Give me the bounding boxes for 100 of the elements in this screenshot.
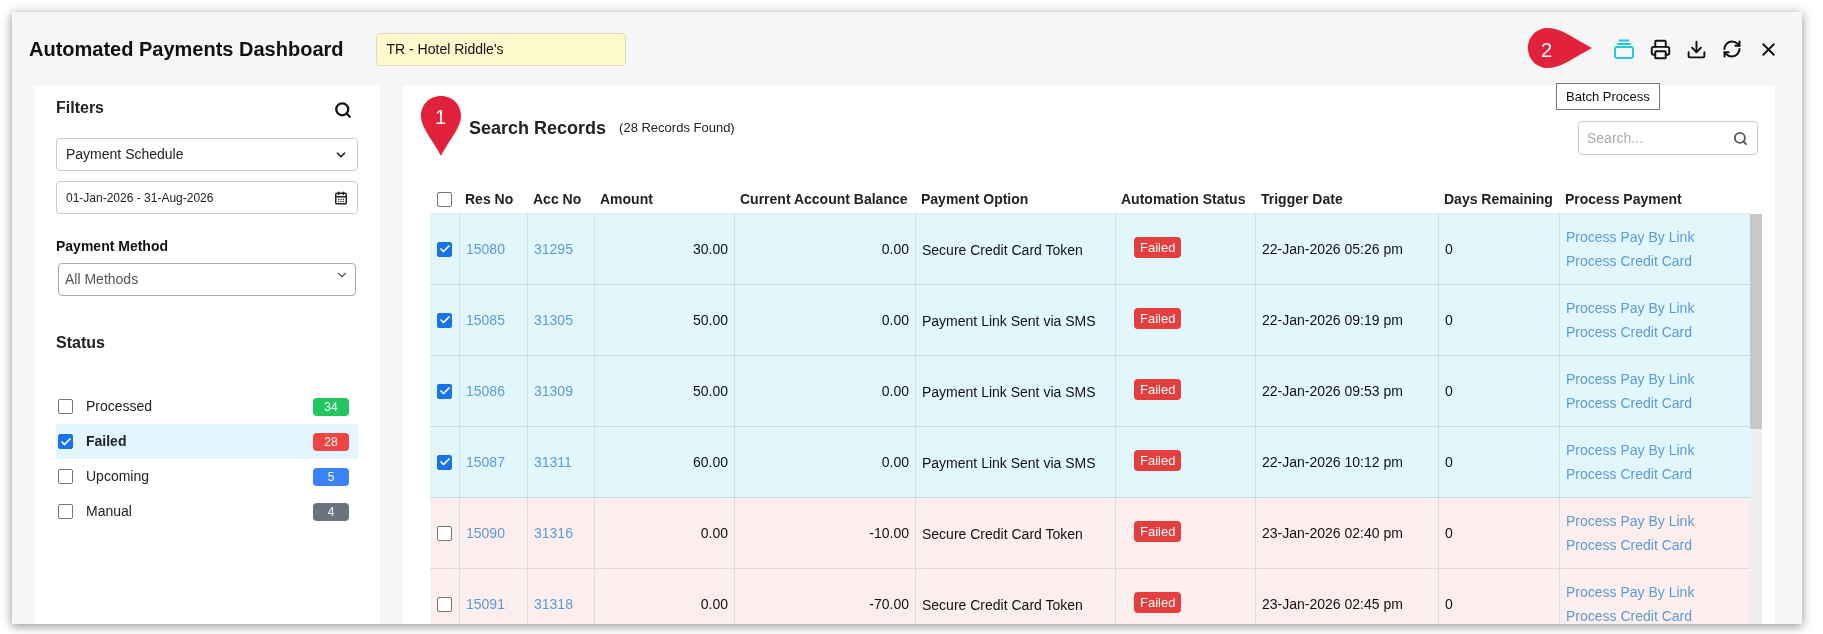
row-checkbox[interactable] bbox=[437, 454, 452, 470]
amount-text: 50.00 bbox=[692, 310, 728, 330]
balance-text: -10.00 bbox=[869, 523, 909, 543]
status-label: Processed bbox=[86, 397, 153, 416]
status-heading: Status bbox=[56, 333, 106, 353]
status-filter-item[interactable]: Upcoming 5 bbox=[56, 459, 358, 494]
column-header: Amount bbox=[600, 190, 653, 207]
account-link[interactable]: 31318 bbox=[534, 593, 573, 615]
checkbox[interactable] bbox=[58, 504, 73, 519]
record-row[interactable]: 15086 31309 50.00 0.00 Payment Link Sent via SMS Failed 22-Jan-2026 09:53 pm 0 Process Pay By Link Process Credit Card bbox=[430, 356, 1750, 427]
amount-text: 0.00 bbox=[700, 523, 728, 543]
record-row[interactable]: 15091 31318 0.00 -70.00 Secure Credit Card Token Failed 23-Jan-2026 02:45 pm 0 Process Pay By Link Process Credit Card bbox=[430, 569, 1750, 624]
account-link[interactable]: 31295 bbox=[534, 238, 573, 260]
count-badge: 34 bbox=[313, 397, 349, 416]
checkbox[interactable] bbox=[58, 469, 73, 484]
days-remaining-text: 0 bbox=[1445, 452, 1453, 472]
callout-pin-icon bbox=[419, 94, 463, 158]
column-header: Current Account Balance bbox=[740, 190, 908, 207]
count-badge: 4 bbox=[313, 502, 349, 521]
status-filter-item[interactable]: Processed 34 bbox=[56, 389, 358, 424]
column-header: Payment Option bbox=[921, 190, 1029, 207]
payment-option-text: Payment Link Sent via SMS bbox=[922, 383, 1096, 402]
status-badge: Failed bbox=[1134, 236, 1182, 259]
callout-number: 1 bbox=[435, 105, 447, 130]
search-icon[interactable] bbox=[334, 101, 352, 119]
amount-text: 50.00 bbox=[692, 381, 728, 401]
payment-option-text: Secure Credit Card Token bbox=[922, 241, 1083, 260]
payment-option-text: Payment Link Sent via SMS bbox=[922, 454, 1096, 473]
record-row[interactable]: 15087 31311 60.00 0.00 Payment Link Sent via SMS Failed 22-Jan-2026 10:12 pm 0 Process Pay By Link Process Credit Card bbox=[430, 427, 1750, 498]
days-remaining-text: 0 bbox=[1445, 594, 1453, 614]
process-link[interactable]: Process Credit Card bbox=[1566, 321, 1693, 343]
process-link[interactable]: Process Credit Card bbox=[1566, 392, 1693, 414]
search-field[interactable]: Search... bbox=[1578, 121, 1758, 155]
record-row[interactable]: 15080 31295 30.00 0.00 Secure Credit Card Token Failed 22-Jan-2026 05:26 pm 0 Process Pay By Link Process Credit Card bbox=[430, 214, 1750, 285]
date-range-field[interactable]: 01-Jan-2026 - 31-Aug-2026 bbox=[56, 181, 358, 214]
checkbox[interactable] bbox=[58, 399, 73, 414]
days-remaining-text: 0 bbox=[1445, 239, 1453, 259]
printer-icon[interactable] bbox=[1648, 37, 1672, 61]
payment-method-select[interactable]: All Methods bbox=[58, 263, 356, 296]
records-count: (28 Records Found) bbox=[619, 119, 735, 138]
account-link[interactable]: 31311 bbox=[534, 451, 572, 473]
reservation-link[interactable]: 15085 bbox=[466, 309, 505, 331]
process-link[interactable]: Process Credit Card bbox=[1566, 605, 1693, 624]
row-checkbox[interactable] bbox=[437, 241, 452, 257]
records-heading: Search Records bbox=[469, 116, 607, 140]
filters-heading: Filters bbox=[56, 98, 104, 118]
count-badge: 28 bbox=[313, 432, 349, 451]
status-filter-item[interactable]: Failed 28 bbox=[56, 424, 358, 459]
reservation-link[interactable]: 15091 bbox=[466, 593, 505, 615]
reservation-link[interactable]: 15087 bbox=[466, 451, 505, 473]
process-link[interactable]: Process Credit Card bbox=[1566, 463, 1693, 485]
payment-option-text: Secure Credit Card Token bbox=[922, 525, 1083, 544]
column-header: Trigger Date bbox=[1261, 190, 1343, 207]
account-link[interactable]: 31305 bbox=[534, 309, 573, 331]
trigger-date-text: 22-Jan-2026 09:19 pm bbox=[1262, 310, 1403, 330]
trigger-date-text: 22-Jan-2026 10:12 pm bbox=[1262, 452, 1403, 472]
status-badge: Failed bbox=[1134, 591, 1182, 614]
callout-number: 2 bbox=[1541, 38, 1553, 63]
process-link[interactable]: Process Pay By Link bbox=[1566, 439, 1695, 461]
status-label: Upcoming bbox=[86, 467, 150, 486]
account-link[interactable]: 31309 bbox=[534, 380, 573, 402]
balance-text: 0.00 bbox=[881, 452, 909, 472]
row-checkbox[interactable] bbox=[437, 525, 452, 541]
reservation-link[interactable]: 15090 bbox=[466, 522, 505, 544]
process-link[interactable]: Process Credit Card bbox=[1566, 534, 1693, 556]
property-field[interactable]: TR - Hotel Riddle's bbox=[375, 32, 626, 66]
process-link[interactable]: Process Pay By Link bbox=[1566, 510, 1695, 532]
checkbox[interactable] bbox=[58, 434, 73, 449]
process-link[interactable]: Process Pay By Link bbox=[1566, 297, 1695, 319]
process-link[interactable]: Process Pay By Link bbox=[1566, 226, 1695, 248]
search-icon bbox=[1733, 131, 1748, 146]
schedule-select[interactable]: Payment Schedule bbox=[56, 138, 358, 171]
payment-method-label: Payment Method bbox=[56, 237, 169, 256]
status-label: Manual bbox=[86, 502, 132, 521]
process-link[interactable]: Process Pay By Link bbox=[1566, 581, 1695, 603]
amount-text: 30.00 bbox=[692, 239, 728, 259]
days-remaining-text: 0 bbox=[1445, 381, 1453, 401]
select-all-checkbox[interactable] bbox=[437, 191, 452, 207]
status-badge: Failed bbox=[1134, 520, 1182, 543]
days-remaining-text: 0 bbox=[1445, 523, 1453, 543]
process-link[interactable]: Process Pay By Link bbox=[1566, 368, 1695, 390]
scrollbar-thumb[interactable] bbox=[1750, 214, 1762, 429]
row-checkbox[interactable] bbox=[437, 312, 452, 328]
reservation-link[interactable]: 15080 bbox=[466, 238, 505, 260]
column-header: Res No bbox=[465, 190, 514, 207]
row-checkbox[interactable] bbox=[437, 383, 452, 399]
status-filter-item[interactable]: Manual 4 bbox=[56, 494, 358, 529]
status-label: Failed bbox=[86, 432, 127, 451]
record-row[interactable]: 15085 31305 50.00 0.00 Payment Link Sent via SMS Failed 22-Jan-2026 09:19 pm 0 Process Pay By Link Process Credit Card bbox=[430, 285, 1750, 356]
account-link[interactable]: 31316 bbox=[534, 522, 573, 544]
status-badge: Failed bbox=[1134, 307, 1182, 330]
process-link[interactable]: Process Credit Card bbox=[1566, 250, 1693, 272]
reservation-link[interactable]: 15086 bbox=[466, 380, 505, 402]
payment-option-text: Secure Credit Card Token bbox=[922, 596, 1083, 615]
callout-pin-icon bbox=[1526, 26, 1594, 70]
row-checkbox[interactable] bbox=[437, 596, 452, 612]
balance-text: 0.00 bbox=[881, 239, 909, 259]
record-row[interactable]: 15090 31316 0.00 -10.00 Secure Credit Card Token Failed 23-Jan-2026 02:40 pm 0 Process Pay By Link Process Credit Card bbox=[430, 498, 1750, 569]
days-remaining-text: 0 bbox=[1445, 310, 1453, 330]
balance-text: -70.00 bbox=[869, 594, 909, 614]
